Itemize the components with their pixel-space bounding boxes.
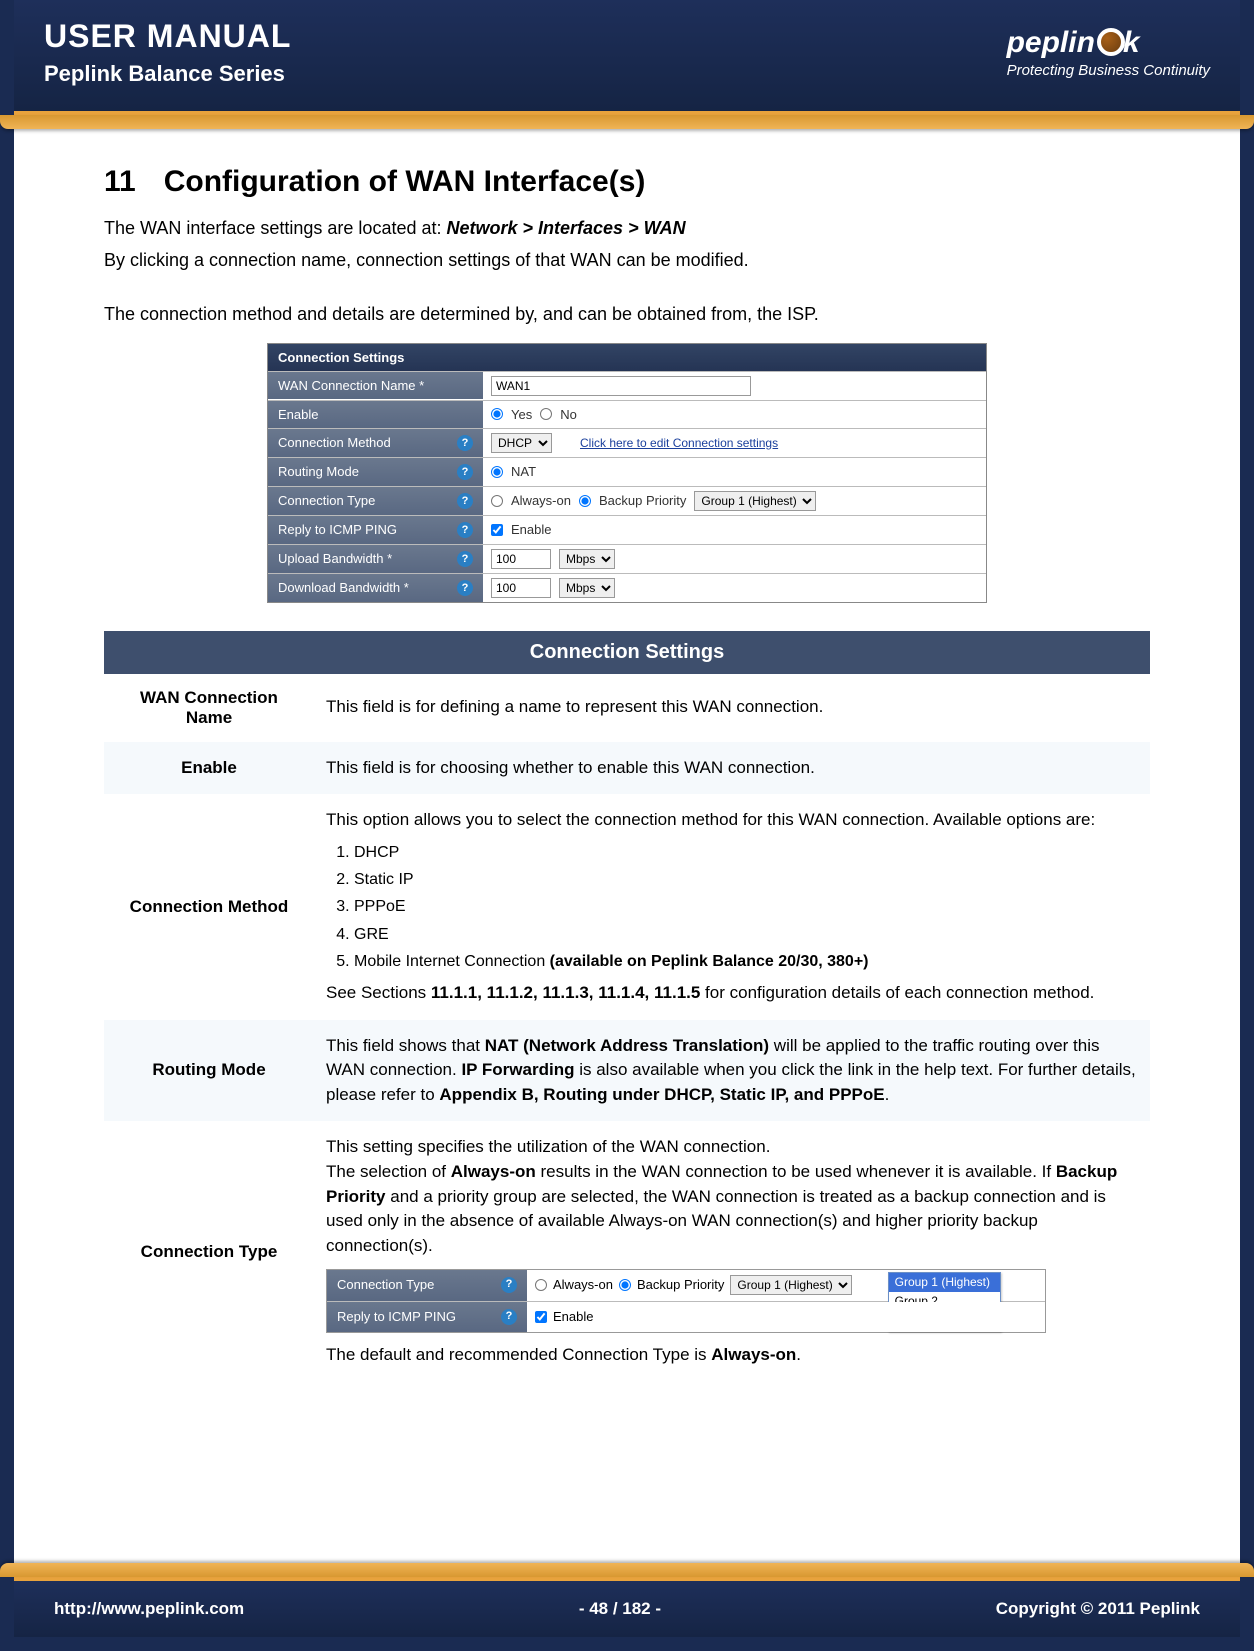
settings-description-table: Connection Settings WAN Connection Name … bbox=[104, 631, 1150, 1382]
help-icon[interactable]: ? bbox=[457, 493, 473, 509]
table-row: Connection Type This setting specifies t… bbox=[104, 1121, 1150, 1382]
section-title: Configuration of WAN Interface(s) bbox=[164, 165, 646, 198]
nav-path: Network > Interfaces > WAN bbox=[447, 218, 686, 238]
list-item: Mobile Internet Connection (available on… bbox=[354, 950, 1138, 973]
connection-type-label: Connection Type? bbox=[268, 487, 483, 515]
help-icon[interactable]: ? bbox=[501, 1309, 517, 1325]
manual-subtitle: Peplink Balance Series bbox=[44, 61, 291, 87]
footer-page: - 48 / 182 - bbox=[579, 1599, 661, 1619]
param-routing-mode: Routing Mode bbox=[104, 1020, 314, 1122]
logo-circle-icon bbox=[1097, 28, 1125, 56]
inline-reply-label: Reply to ICMP PING? bbox=[327, 1302, 527, 1333]
param-enable: Enable bbox=[104, 742, 314, 795]
manual-title: USER MANUAL bbox=[44, 18, 291, 55]
wan-name-label: WAN Connection Name * bbox=[268, 372, 483, 399]
priority-group-select[interactable]: Group 1 (Highest) bbox=[694, 491, 816, 511]
section-number: 11 bbox=[104, 165, 136, 199]
desc-wan-name: This field is for defining a name to rep… bbox=[314, 674, 1150, 742]
connection-settings-panel: Connection Settings WAN Connection Name … bbox=[267, 343, 987, 603]
param-connection-type: Connection Type bbox=[104, 1121, 314, 1382]
param-connection-method: Connection Method bbox=[104, 794, 314, 1019]
list-item: PPPoE bbox=[354, 895, 1138, 918]
download-bw-label: Download Bandwidth *? bbox=[268, 574, 483, 602]
reply-icmp-label: Reply to ICMP PING? bbox=[268, 516, 483, 544]
always-on-radio[interactable] bbox=[491, 495, 503, 507]
table-row: WAN Connection Name This field is for de… bbox=[104, 674, 1150, 742]
help-icon[interactable]: ? bbox=[457, 551, 473, 567]
footer-url: http://www.peplink.com bbox=[54, 1599, 244, 1619]
upload-bw-input[interactable] bbox=[491, 549, 551, 569]
document-header: USER MANUAL Peplink Balance Series pepli… bbox=[14, 0, 1240, 115]
dropdown-item[interactable]: Group 1 (Highest) bbox=[889, 1273, 1000, 1292]
desc-connection-type: This setting specifies the utilization o… bbox=[314, 1121, 1150, 1382]
routing-mode-label: Routing Mode? bbox=[268, 458, 483, 486]
table-header: Connection Settings bbox=[104, 631, 1150, 674]
intro-line-3: The connection method and details are de… bbox=[104, 301, 1150, 329]
upload-unit-select[interactable]: Mbps bbox=[559, 549, 615, 569]
table-row: Connection Method This option allows you… bbox=[104, 794, 1150, 1019]
desc-routing-mode: This field shows that NAT (Network Addre… bbox=[314, 1020, 1150, 1122]
list-item: DHCP bbox=[354, 841, 1138, 864]
help-icon[interactable]: ? bbox=[457, 580, 473, 596]
help-icon[interactable]: ? bbox=[457, 464, 473, 480]
enable-label: Enable bbox=[268, 401, 483, 428]
inline-backup-radio[interactable] bbox=[619, 1279, 631, 1291]
panel-header: Connection Settings bbox=[268, 344, 986, 371]
nat-radio[interactable] bbox=[491, 466, 503, 478]
inline-enable-checkbox[interactable] bbox=[535, 1311, 547, 1323]
download-bw-input[interactable] bbox=[491, 578, 551, 598]
upload-bw-label: Upload Bandwidth *? bbox=[268, 545, 483, 573]
inline-priority-panel: Connection Type? Always-on Backup Priori… bbox=[326, 1269, 1046, 1334]
peplink-logo: peplink Protecting Business Continuity bbox=[1007, 26, 1210, 79]
connection-method-label: Connection Method? bbox=[268, 429, 483, 457]
wan-name-input[interactable] bbox=[491, 376, 751, 396]
footer-copyright: Copyright © 2011 Peplink bbox=[996, 1599, 1200, 1619]
help-icon[interactable]: ? bbox=[457, 435, 473, 451]
list-item: GRE bbox=[354, 923, 1138, 946]
table-row: Routing Mode This field shows that NAT (… bbox=[104, 1020, 1150, 1122]
section-heading: 11 Configuration of WAN Interface(s) bbox=[104, 165, 1150, 199]
enable-yes-radio[interactable] bbox=[491, 408, 503, 420]
intro-line-1: The WAN interface settings are located a… bbox=[104, 215, 1150, 243]
help-icon[interactable]: ? bbox=[457, 522, 473, 538]
inline-always-radio[interactable] bbox=[535, 1279, 547, 1291]
table-row: Enable This field is for choosing whethe… bbox=[104, 742, 1150, 795]
edit-connection-link[interactable]: Click here to edit Connection settings bbox=[580, 436, 778, 450]
document-footer: http://www.peplink.com - 48 / 182 - Copy… bbox=[14, 1577, 1240, 1637]
connection-method-select[interactable]: DHCP bbox=[491, 433, 552, 453]
inline-conn-type-label: Connection Type? bbox=[327, 1270, 527, 1301]
download-unit-select[interactable]: Mbps bbox=[559, 578, 615, 598]
backup-priority-radio[interactable] bbox=[579, 495, 591, 507]
inline-group-select[interactable]: Group 1 (Highest) bbox=[730, 1275, 852, 1295]
help-icon[interactable]: ? bbox=[501, 1277, 517, 1293]
desc-enable: This field is for choosing whether to en… bbox=[314, 742, 1150, 795]
logo-tagline: Protecting Business Continuity bbox=[1007, 62, 1210, 79]
list-item: Static IP bbox=[354, 868, 1138, 891]
desc-connection-method: This option allows you to select the con… bbox=[314, 794, 1150, 1019]
enable-no-radio[interactable] bbox=[540, 408, 552, 420]
reply-icmp-checkbox[interactable] bbox=[491, 524, 503, 536]
param-wan-name: WAN Connection Name bbox=[104, 674, 314, 742]
intro-line-2: By clicking a connection name, connectio… bbox=[104, 247, 1150, 275]
